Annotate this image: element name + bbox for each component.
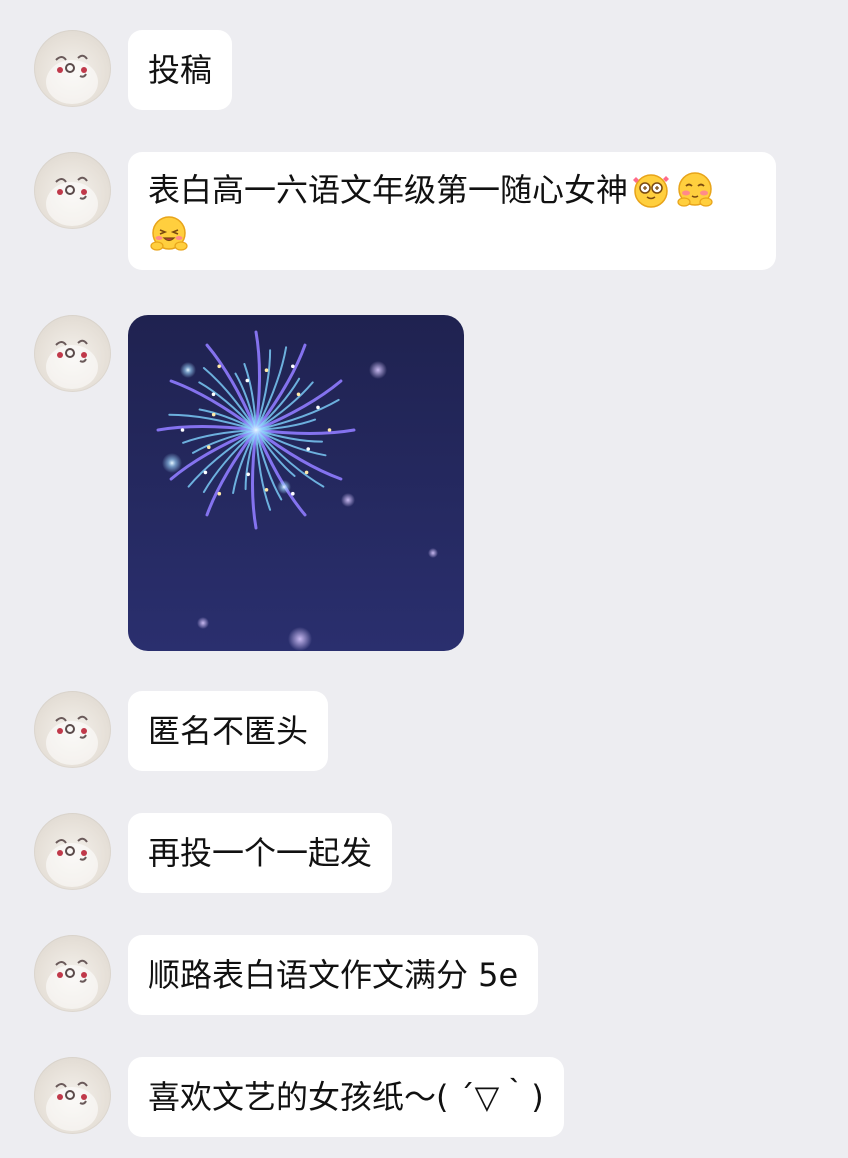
firework-spark	[264, 368, 269, 372]
firework-spark	[217, 491, 222, 496]
firework-spark	[306, 447, 310, 451]
firework-spark	[296, 392, 301, 397]
avatar[interactable]	[34, 30, 111, 107]
firework-spark	[211, 412, 216, 417]
avatar[interactable]	[34, 691, 111, 768]
avatar[interactable]	[34, 1057, 111, 1134]
firework-spark	[180, 428, 185, 432]
firework-spark	[217, 364, 221, 369]
firework-spark	[316, 405, 320, 410]
firework-spark	[203, 470, 208, 475]
blush-emoji	[674, 169, 716, 209]
message-bubble[interactable]: 喜欢文艺的女孩纸～( ´▽｀)	[128, 1057, 564, 1137]
message-bubble[interactable]: 再投一个一起发	[128, 813, 393, 893]
firework-spark	[207, 445, 211, 449]
message-bubble[interactable]: 表白高一六语文年级第一随心女神	[128, 152, 776, 270]
message-bubble[interactable]: 匿名不匿头	[128, 691, 329, 771]
message-text: 匿名不匿头	[148, 712, 309, 750]
avatar[interactable]	[34, 935, 111, 1012]
message-bubble[interactable]: 投稿	[128, 30, 233, 110]
firework-spark	[291, 364, 295, 369]
fireworks-sticker[interactable]	[128, 315, 464, 651]
chat-message-list: 投稿 表白高一六语文年级第一随心女神 匿名不匿头 再投一个一起发 顺路表白语文作…	[0, 0, 848, 1158]
avatar[interactable]	[34, 813, 111, 890]
message-text: 顺路表白语文作文满分 5e	[148, 956, 519, 994]
message-text: 再投一个一起发	[148, 834, 373, 872]
starry-eyes-emoji	[630, 169, 672, 209]
happy-emoji	[148, 213, 190, 253]
firework-spark	[291, 491, 295, 496]
message-text: 表白高一六语文年级第一随心女神	[148, 171, 629, 209]
avatar[interactable]	[34, 152, 111, 229]
firework-spark	[304, 470, 309, 475]
firework-spark	[245, 378, 250, 383]
message-bubble[interactable]: 顺路表白语文作文满分 5e	[128, 935, 539, 1015]
firework-spark	[211, 392, 216, 397]
fireworks-icon	[128, 315, 464, 651]
avatar[interactable]	[34, 315, 111, 392]
firework-spark	[264, 488, 269, 492]
firework-spark	[327, 428, 332, 432]
message-text: 投稿	[148, 51, 213, 89]
firework-spark	[246, 472, 250, 477]
message-text: 喜欢文艺的女孩纸～( ´▽｀)	[148, 1078, 544, 1116]
